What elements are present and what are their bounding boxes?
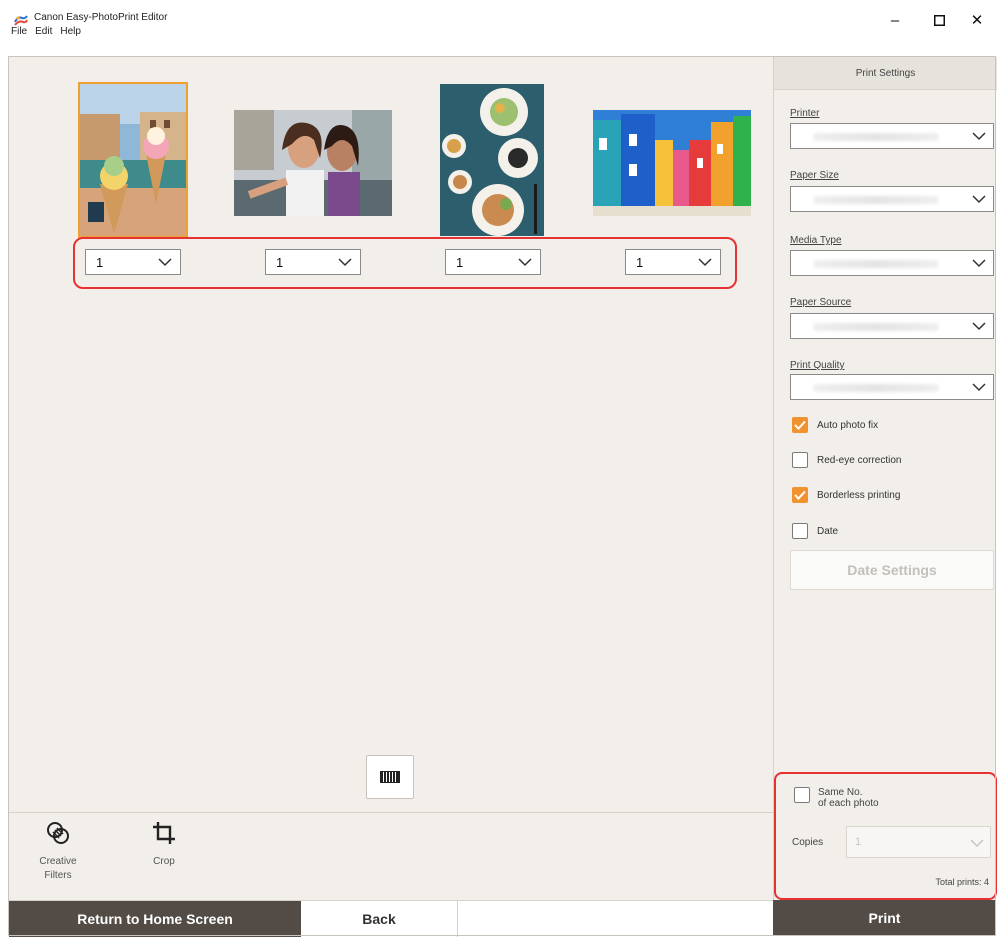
chevron-down-icon [518, 257, 532, 266]
chevron-down-icon [158, 257, 172, 266]
auto-photo-fix-option[interactable]: Auto photo fix [792, 417, 878, 433]
menu-edit[interactable]: Edit [35, 26, 52, 42]
creative-filters-label-line2: Filters [44, 870, 72, 881]
minimize-icon: – [890, 11, 900, 29]
menu-help[interactable]: Help [60, 26, 81, 42]
creative-filters-label-line1: Creative [39, 856, 77, 867]
back-button[interactable]: Back [301, 901, 458, 937]
photo-1-copies-select[interactable]: 1 [85, 249, 181, 275]
printer-select[interactable] [790, 123, 994, 149]
photo-food-image [440, 84, 544, 236]
print-quality-value-blurred [813, 384, 939, 392]
photo-3-copies-value: 1 [456, 254, 464, 270]
chevron-down-icon [338, 257, 352, 266]
date-option[interactable]: Date [792, 523, 838, 539]
close-button[interactable]: ✕ [962, 8, 992, 32]
crop-icon [153, 822, 175, 844]
total-prints: Total prints: 4 [935, 877, 989, 887]
edit-tools-bar: Creative Filters Crop [9, 812, 773, 900]
print-settings-panel: Print Settings Printer Paper Size Media … [773, 57, 997, 900]
photo-thumbnail-ice-cream[interactable] [78, 82, 188, 238]
print-settings-title: Print Settings [774, 57, 997, 90]
photo-thumbnail-food[interactable] [440, 84, 544, 236]
borderless-printing-option[interactable]: Borderless printing [792, 487, 900, 503]
maximize-icon [933, 14, 945, 26]
photo-selfie-image [234, 110, 392, 216]
media-type-label: Media Type [790, 235, 842, 246]
chevron-down-icon [972, 132, 986, 141]
photo-4-copies-select[interactable]: 1 [625, 249, 721, 275]
copies-settings-highlight: Same No. of each photo Copies 1 Total pr… [774, 772, 997, 900]
copies-value: 1 [855, 836, 862, 848]
borderless-printing-label: Borderless printing [817, 489, 901, 501]
printer-value-blurred [813, 133, 939, 141]
photo-1-copies-value: 1 [96, 254, 104, 270]
paper-source-select[interactable] [790, 313, 994, 339]
close-icon: ✕ [970, 12, 984, 29]
media-type-value-blurred [813, 260, 939, 268]
photo-3-copies-select[interactable]: 1 [445, 249, 541, 275]
photo-houses-image [593, 110, 751, 216]
date-checkbox[interactable] [792, 523, 808, 539]
creative-filters-tool[interactable]: Creative Filters [29, 821, 87, 883]
app-logo-icon [14, 15, 28, 26]
same-number-label-line1: Same No. [818, 787, 863, 798]
minimize-button[interactable]: – [880, 8, 910, 32]
date-settings-button[interactable]: Date Settings [790, 550, 994, 590]
date-label: Date [817, 525, 839, 537]
photo-ice-cream-image [80, 84, 186, 236]
photo-thumbnail-selfie[interactable] [234, 110, 392, 216]
photo-thumbnail-houses[interactable] [593, 110, 751, 216]
checkmark-icon [794, 420, 806, 430]
print-quality-label: Print Quality [790, 360, 845, 371]
creative-filters-icon [47, 822, 69, 844]
return-home-button[interactable]: Return to Home Screen [9, 901, 301, 937]
same-number-checkbox[interactable] [794, 787, 810, 803]
auto-photo-fix-label: Auto photo fix [817, 419, 879, 431]
chevron-down-icon [972, 383, 986, 392]
menu-file[interactable]: File [11, 26, 27, 42]
chevron-down-icon [972, 322, 986, 331]
paper-size-value-blurred [813, 196, 939, 204]
chevron-down-icon [970, 839, 984, 848]
copies-select[interactable]: 1 [846, 826, 991, 858]
red-eye-correction-option[interactable]: Red-eye correction [792, 452, 901, 468]
photo-4-copies-value: 1 [636, 254, 644, 270]
title-bar: Canon Easy-PhotoPrint Editor – ✕ File Ed… [0, 0, 997, 40]
window-title: Canon Easy-PhotoPrint Editor [34, 12, 168, 23]
paper-source-value-blurred [813, 323, 939, 331]
chevron-down-icon [698, 257, 712, 266]
photo-2-copies-value: 1 [276, 254, 284, 270]
chevron-down-icon [972, 259, 986, 268]
photo-2-copies-select[interactable]: 1 [265, 249, 361, 275]
borderless-printing-checkbox[interactable] [792, 487, 808, 503]
film-strip-icon [380, 771, 400, 783]
media-type-select[interactable] [790, 250, 994, 276]
checkmark-icon [794, 490, 806, 500]
print-button[interactable]: Print [773, 900, 996, 936]
crop-tool[interactable]: Crop [135, 821, 193, 869]
print-quality-select[interactable] [790, 374, 994, 400]
paper-size-select[interactable] [790, 186, 994, 212]
crop-label: Crop [153, 856, 175, 867]
same-number-label-line2: of each photo [818, 798, 879, 809]
red-eye-correction-label: Red-eye correction [817, 454, 902, 466]
paper-source-label: Paper Source [790, 297, 852, 308]
maximize-button[interactable] [924, 8, 954, 32]
paper-size-label: Paper Size [790, 170, 839, 181]
same-number-option[interactable]: Same No. of each photo [794, 787, 879, 809]
layout-view-button[interactable] [366, 755, 414, 799]
copies-label: Copies [792, 837, 824, 848]
red-eye-correction-checkbox[interactable] [792, 452, 808, 468]
printer-label: Printer [790, 108, 820, 119]
auto-photo-fix-checkbox[interactable] [792, 417, 808, 433]
menu-bar: File Edit Help [0, 26, 81, 42]
chevron-down-icon [972, 195, 986, 204]
bottom-navigation-bar: Return to Home Screen Back [9, 900, 773, 937]
